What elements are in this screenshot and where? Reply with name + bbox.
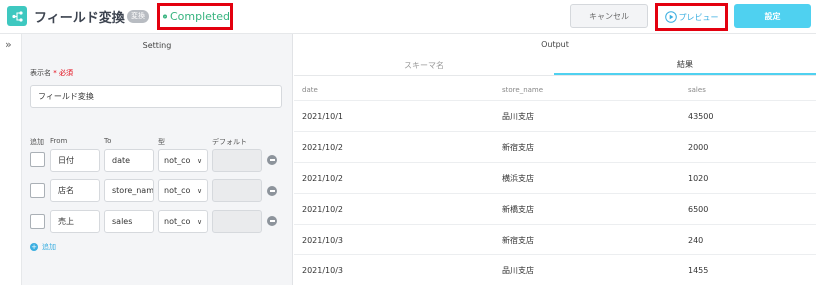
column-header-date: date: [302, 86, 318, 94]
table-row: 2021/10/2 横浜支店 1020: [294, 162, 816, 193]
required-mark: * 必須: [53, 69, 73, 77]
display-name-input[interactable]: フィールド変換: [30, 85, 282, 108]
add-row-label: 追加: [42, 243, 56, 251]
row-checkbox[interactable]: [30, 214, 45, 229]
expand-icon[interactable]: »: [5, 38, 12, 51]
type-select[interactable]: not_co ∨: [158, 210, 208, 233]
col-head-type: 型: [158, 138, 165, 146]
top-bar: フィールド変換 変換 Completed キャンセル プレビュー 設定: [0, 0, 816, 34]
chevron-down-icon: ∨: [197, 156, 203, 165]
output-title: Output: [541, 40, 569, 49]
table-row: 2021/10/2 新宿支店 2000: [294, 131, 816, 162]
cell-store: 品川支店: [502, 266, 534, 275]
cell-store: 横浜支店: [502, 174, 534, 183]
cell-date: 2021/10/2: [302, 205, 344, 214]
page-title: フィールド変換: [34, 11, 125, 26]
table-row: 2021/10/3 新宿支店 240: [294, 224, 816, 255]
cell-sales: 43500: [688, 112, 714, 121]
add-row-button[interactable]: + 追加: [30, 242, 56, 252]
to-field[interactable]: date: [104, 149, 154, 172]
type-select[interactable]: not_co ∨: [158, 179, 208, 202]
row-checkbox[interactable]: [30, 183, 45, 198]
table-row: 2021/10/2 新橋支店 6500: [294, 193, 816, 224]
flow-icon: [7, 6, 27, 26]
to-field[interactable]: store_nam: [104, 179, 154, 202]
remove-row-icon[interactable]: [267, 155, 277, 165]
preview-button[interactable]: プレビュー: [655, 3, 728, 31]
status-text: Completed: [170, 10, 230, 23]
default-field[interactable]: [212, 210, 262, 233]
cell-store: 新宿支店: [502, 236, 534, 245]
type-badge: 変換: [127, 10, 149, 23]
col-head-to: To: [104, 137, 112, 145]
from-field[interactable]: 売上: [50, 210, 100, 233]
cell-date: 2021/10/2: [302, 143, 344, 152]
tab-schema[interactable]: スキーマ名: [294, 55, 554, 75]
remove-row-icon[interactable]: [267, 216, 277, 226]
display-name-label: 表示名 * 必須: [30, 69, 73, 77]
cell-date: 2021/10/2: [302, 174, 344, 183]
output-panel: Output スキーマ名 結果 date store_name sales 20…: [294, 34, 816, 285]
tab-divider: [294, 75, 816, 76]
row-checkbox[interactable]: [30, 152, 45, 167]
status-indicator: Completed: [157, 3, 233, 30]
chevron-down-icon: ∨: [197, 186, 203, 195]
side-rail: »: [0, 34, 22, 285]
cell-store: 新橋支店: [502, 205, 534, 214]
col-head-from: From: [50, 137, 68, 145]
cell-date: 2021/10/3: [302, 236, 344, 245]
cell-sales: 2000: [688, 143, 709, 152]
type-select[interactable]: not_co ∨: [158, 149, 208, 172]
setting-panel: Setting 表示名 * 必須 フィールド変換 追加 From To 型 デフ…: [22, 34, 293, 285]
cell-date: 2021/10/3: [302, 266, 344, 275]
cell-sales: 1020: [688, 174, 709, 183]
from-field[interactable]: 店名: [50, 179, 100, 202]
remove-row-icon[interactable]: [267, 186, 277, 196]
tab-result[interactable]: 結果: [554, 55, 816, 75]
play-icon: [664, 11, 677, 23]
settings-button[interactable]: 設定: [734, 4, 811, 28]
cancel-button[interactable]: キャンセル: [570, 4, 648, 28]
cell-store: 新宿支店: [502, 143, 534, 152]
default-field[interactable]: [212, 149, 262, 172]
to-field[interactable]: sales: [104, 210, 154, 233]
setting-title: Setting: [142, 41, 172, 50]
plus-icon: +: [30, 243, 38, 251]
cell-sales: 1455: [688, 266, 709, 275]
cell-sales: 240: [688, 236, 704, 245]
from-field[interactable]: 日付: [50, 149, 100, 172]
table-row: 2021/10/1 品川支店 43500: [294, 100, 816, 131]
check-circle-icon: [163, 14, 167, 19]
cell-sales: 6500: [688, 205, 709, 214]
cell-store: 品川支店: [502, 112, 534, 121]
col-head-add: 追加: [30, 138, 44, 146]
preview-label: プレビュー: [678, 12, 719, 22]
chevron-down-icon: ∨: [197, 217, 203, 226]
cell-date: 2021/10/1: [302, 112, 344, 121]
col-head-default: デフォルト: [212, 138, 247, 146]
default-field[interactable]: [212, 179, 262, 202]
table-row: 2021/10/3 品川支店 1455: [294, 254, 816, 285]
column-header-sales: sales: [688, 86, 706, 94]
column-header-store: store_name: [502, 86, 544, 94]
